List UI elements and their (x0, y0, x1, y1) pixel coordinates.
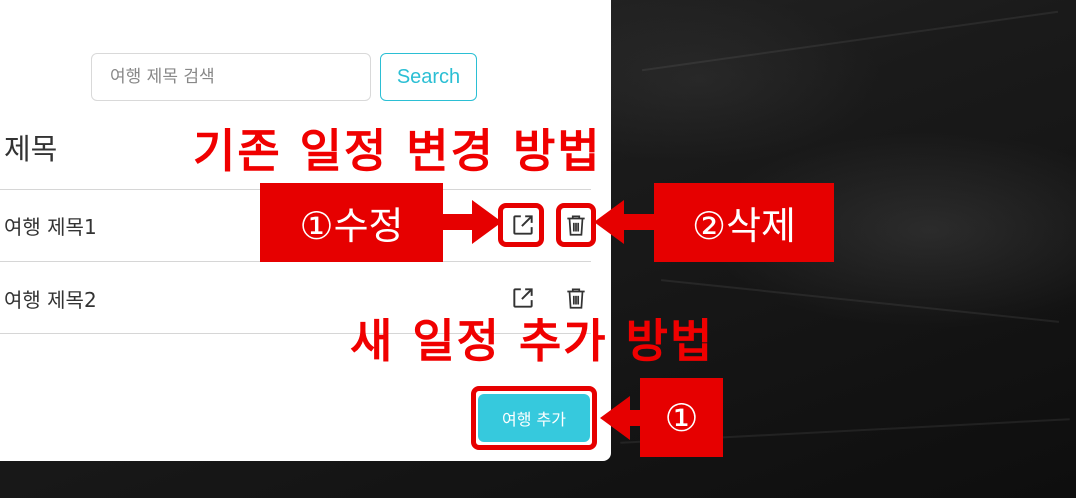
add-button-highlight (471, 386, 597, 450)
add-step-label: ① (640, 378, 723, 457)
delete-icon-highlight (556, 203, 596, 247)
edit-method-title: 기존 일정 변경 방법 (193, 124, 602, 178)
left-arrow-icon (594, 200, 658, 244)
edit-step-label: ①수정 (260, 183, 443, 262)
table-row-title[interactable]: 여행 제목2 (4, 284, 97, 313)
table-row-title[interactable]: 여행 제목1 (4, 211, 97, 240)
delete-step-label: ②삭제 (654, 183, 834, 262)
edit-icon-highlight (498, 203, 544, 247)
right-arrow-icon (438, 200, 502, 244)
background-line (641, 10, 1059, 72)
background-line (660, 279, 1060, 323)
add-method-title: 새 일정 추가 방법 (350, 314, 715, 368)
search-input[interactable] (91, 53, 371, 101)
column-header-title: 제목 (4, 132, 58, 166)
search-button[interactable]: Search (380, 53, 477, 101)
